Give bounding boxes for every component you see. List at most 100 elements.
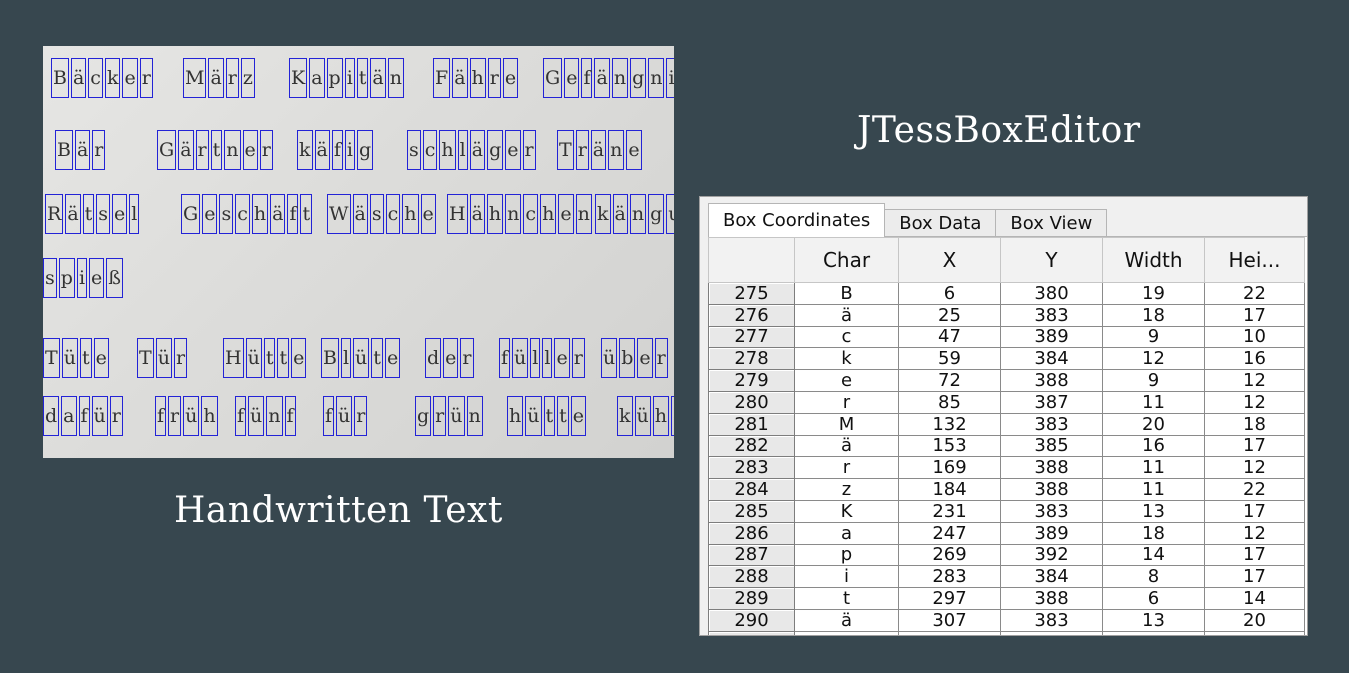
x-cell[interactable]: 297 — [898, 587, 1001, 610]
table-row[interactable]: 285 K 231 383 13 17 — [708, 499, 1305, 523]
char-cell[interactable]: r — [794, 390, 899, 414]
y-cell[interactable]: 392 — [1000, 543, 1103, 567]
table-row[interactable]: 287 p 269 392 14 17 — [708, 543, 1305, 567]
x-cell[interactable]: 85 — [898, 390, 1001, 414]
width-cell[interactable]: 9 — [1102, 369, 1205, 392]
width-cell[interactable]: 12 — [1102, 630, 1205, 635]
y-cell[interactable]: 388 — [1000, 369, 1103, 392]
char-cell[interactable]: n — [794, 630, 899, 635]
table-row[interactable]: 276 ä 25 383 18 17 — [708, 303, 1305, 327]
row-number-cell[interactable]: 276 — [708, 303, 795, 327]
column-header-width[interactable]: Width — [1102, 237, 1205, 283]
width-cell[interactable]: 12 — [1102, 347, 1205, 371]
table-row[interactable]: 288 i 283 384 8 17 — [708, 565, 1305, 589]
width-cell[interactable]: 13 — [1102, 608, 1205, 632]
x-cell[interactable]: 59 — [898, 347, 1001, 371]
x-cell[interactable]: 283 — [898, 565, 1001, 589]
table-row[interactable]: 283 r 169 388 11 12 — [708, 456, 1305, 480]
row-number-cell[interactable]: 283 — [708, 456, 795, 480]
y-cell[interactable]: 385 — [1000, 434, 1103, 458]
x-cell[interactable]: 269 — [898, 543, 1001, 567]
tab-box-coordinates[interactable]: Box Coordinates — [708, 203, 886, 237]
row-number-cell[interactable]: 285 — [708, 499, 795, 523]
column-header-y[interactable]: Y — [1000, 237, 1103, 283]
column-header-height[interactable]: Hei... — [1204, 237, 1305, 283]
char-cell[interactable]: i — [794, 565, 899, 589]
row-number-cell[interactable]: 289 — [708, 587, 795, 610]
height-cell[interactable]: 22 — [1204, 282, 1305, 305]
x-cell[interactable]: 169 — [898, 456, 1001, 480]
row-number-cell[interactable]: 277 — [708, 325, 795, 349]
y-cell[interactable]: 383 — [1000, 412, 1103, 436]
height-cell[interactable]: 10 — [1204, 325, 1305, 349]
table-row[interactable]: 284 z 184 388 11 22 — [708, 478, 1305, 501]
row-number-cell[interactable]: 278 — [708, 347, 795, 371]
row-number-cell[interactable]: 282 — [708, 434, 795, 458]
width-cell[interactable]: 19 — [1102, 282, 1205, 305]
width-cell[interactable]: 11 — [1102, 456, 1205, 480]
height-cell[interactable]: 13 — [1204, 630, 1305, 635]
width-cell[interactable]: 8 — [1102, 565, 1205, 589]
row-number-cell[interactable]: 288 — [708, 565, 795, 589]
height-cell[interactable]: 17 — [1204, 303, 1305, 327]
width-cell[interactable]: 18 — [1102, 303, 1205, 327]
height-cell[interactable]: 12 — [1204, 521, 1305, 545]
tab-box-view[interactable]: Box View — [995, 209, 1108, 237]
height-cell[interactable]: 14 — [1204, 587, 1305, 610]
width-cell[interactable]: 16 — [1102, 434, 1205, 458]
width-cell[interactable]: 14 — [1102, 543, 1205, 567]
char-cell[interactable]: K — [794, 499, 899, 523]
char-cell[interactable]: r — [794, 456, 899, 480]
x-cell[interactable]: 247 — [898, 521, 1001, 545]
char-cell[interactable]: M — [794, 412, 899, 436]
height-cell[interactable]: 12 — [1204, 456, 1305, 480]
char-cell[interactable]: c — [794, 325, 899, 349]
x-cell[interactable]: 47 — [898, 325, 1001, 349]
y-cell[interactable]: 388 — [1000, 587, 1103, 610]
y-cell[interactable]: 384 — [1000, 565, 1103, 589]
y-cell[interactable]: 383 — [1000, 608, 1103, 632]
y-cell[interactable]: 384 — [1000, 347, 1103, 371]
height-cell[interactable]: 17 — [1204, 543, 1305, 567]
y-cell[interactable]: 380 — [1000, 282, 1103, 305]
table-row[interactable]: 282 ä 153 385 16 17 — [708, 434, 1305, 458]
row-number-cell[interactable]: 281 — [708, 412, 795, 436]
x-cell[interactable]: 307 — [898, 608, 1001, 632]
table-row[interactable]: 278 k 59 384 12 16 — [708, 347, 1305, 371]
table-row[interactable]: 277 c 47 389 9 10 — [708, 325, 1305, 349]
row-number-cell[interactable]: 287 — [708, 543, 795, 567]
y-cell[interactable]: 388 — [1000, 478, 1103, 501]
tab-box-data[interactable]: Box Data — [884, 209, 997, 237]
height-cell[interactable]: 12 — [1204, 369, 1305, 392]
char-cell[interactable]: ä — [794, 303, 899, 327]
table-row[interactable]: 289 t 297 388 6 14 — [708, 587, 1305, 610]
x-cell[interactable]: 327 — [898, 630, 1001, 635]
column-header-char[interactable]: Char — [794, 237, 899, 283]
width-cell[interactable]: 11 — [1102, 390, 1205, 414]
row-number-cell[interactable]: 280 — [708, 390, 795, 414]
char-cell[interactable]: ä — [794, 434, 899, 458]
row-number-cell[interactable]: 275 — [708, 282, 795, 305]
table-row[interactable]: 275 B 6 380 19 22 — [708, 282, 1305, 305]
y-cell[interactable]: 389 — [1000, 630, 1103, 635]
table-row[interactable]: 286 a 247 389 18 12 — [708, 521, 1305, 545]
y-cell[interactable]: 383 — [1000, 303, 1103, 327]
width-cell[interactable]: 13 — [1102, 499, 1205, 523]
column-header-x[interactable]: X — [898, 237, 1001, 283]
y-cell[interactable]: 383 — [1000, 499, 1103, 523]
x-cell[interactable]: 153 — [898, 434, 1001, 458]
char-cell[interactable]: B — [794, 282, 899, 305]
char-cell[interactable]: k — [794, 347, 899, 371]
char-cell[interactable]: p — [794, 543, 899, 567]
y-cell[interactable]: 388 — [1000, 456, 1103, 480]
row-number-cell[interactable]: 284 — [708, 478, 795, 501]
char-cell[interactable]: e — [794, 369, 899, 392]
x-cell[interactable]: 6 — [898, 282, 1001, 305]
height-cell[interactable]: 17 — [1204, 565, 1305, 589]
width-cell[interactable]: 6 — [1102, 587, 1205, 610]
table-row[interactable]: 290 ä 307 383 13 20 — [708, 608, 1305, 632]
x-cell[interactable]: 72 — [898, 369, 1001, 392]
width-cell[interactable]: 20 — [1102, 412, 1205, 436]
char-cell[interactable]: t — [794, 587, 899, 610]
char-cell[interactable]: a — [794, 521, 899, 545]
